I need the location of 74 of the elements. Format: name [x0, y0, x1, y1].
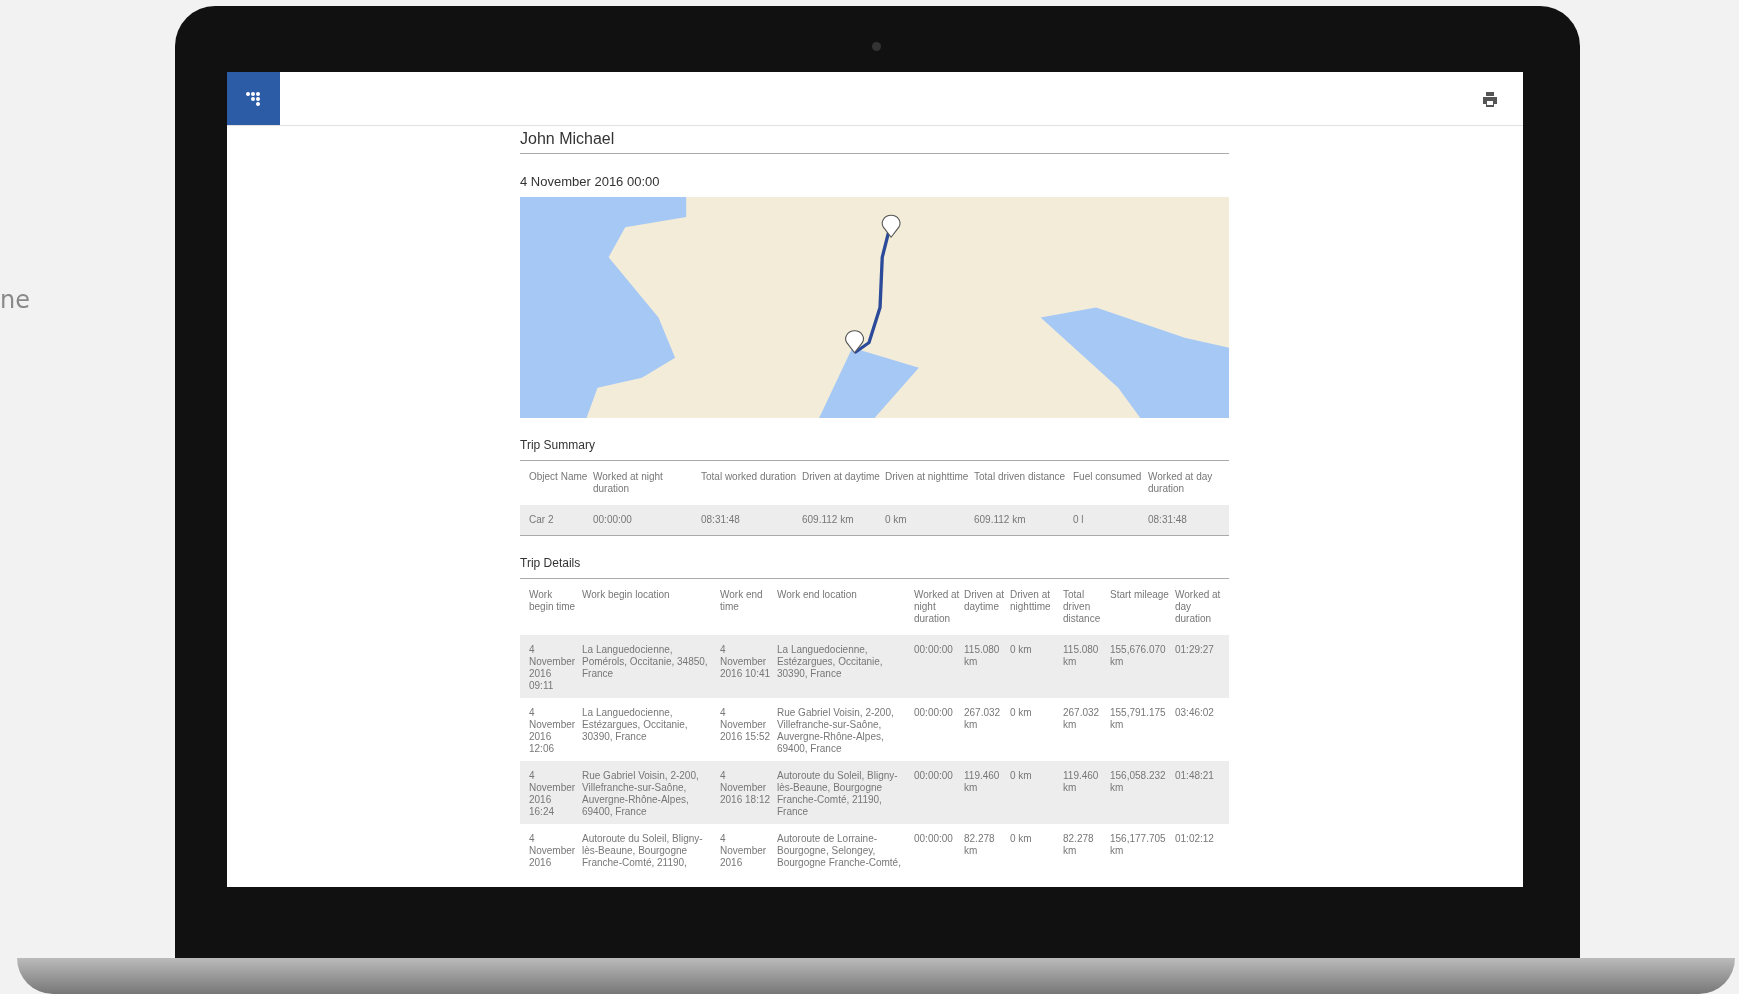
- column-header: Total worked duration: [701, 460, 802, 505]
- column-header: Fuel consumed: [1073, 460, 1148, 505]
- table-cell: 0 km: [885, 505, 974, 536]
- column-header: Work end location: [777, 578, 914, 635]
- table-cell: La Languedocienne, Estézargues, Occitanie, 30390, France: [777, 635, 914, 698]
- table-cell: La Languedocienne, Estézargues, Occitanie, 30390, France: [582, 698, 720, 761]
- table-cell: 01:48:21: [1175, 761, 1229, 824]
- table-cell: 4 November 2016 18:12: [720, 761, 777, 824]
- table-cell: Autoroute de Lorraine-Bourgogne, Selongey, Bourgogne Franche-Comté,: [777, 824, 914, 875]
- table-cell: 0 km: [1010, 824, 1063, 875]
- column-header: Worked at night duration: [914, 578, 964, 635]
- printer-icon: [1481, 89, 1499, 108]
- table-cell: 00:00:00: [914, 761, 964, 824]
- table-cell: 00:00:00: [914, 635, 964, 698]
- table-cell: 4 November 2016: [520, 824, 582, 875]
- column-header: Total driven distance: [1063, 578, 1110, 635]
- column-header: Object Name: [520, 460, 593, 505]
- table-cell: 03:46:02: [1175, 698, 1229, 761]
- table-cell: 155,791.175 km: [1110, 698, 1175, 761]
- side-text: ne: [0, 286, 30, 314]
- table-cell: Rue Gabriel Voisin, 2-200, Villefranche-sur-Saône, Auvergne-Rhône-Alpes, 69400, France: [582, 761, 720, 824]
- camera-icon: [872, 42, 881, 51]
- table-cell: Autoroute du Soleil, Bligny-lès-Beaune, Bourgogne Franche-Comté, 21190, France: [777, 761, 914, 824]
- table-cell: 4 November 2016 10:41: [720, 635, 777, 698]
- table-cell: Autoroute du Soleil, Bligny-lès-Beaune, Bourgogne Franche-Comté, 21190,: [582, 824, 720, 875]
- table-cell: La Languedocienne, Pomérols, Occitanie, 34850, France: [582, 635, 720, 698]
- table-cell: 0 km: [1010, 635, 1063, 698]
- table-cell: 267.032 km: [1063, 698, 1110, 761]
- table-cell: 82.278 km: [964, 824, 1010, 875]
- section-title: Trip Summary: [520, 438, 596, 452]
- table-cell: 08:31:48: [701, 505, 802, 536]
- table-cell: 156,177.705 km: [1110, 824, 1175, 875]
- report-date: 4 November 2016 00:00: [520, 174, 661, 189]
- column-header: Work begin time: [520, 578, 582, 635]
- table-cell: 609.112 km: [974, 505, 1073, 536]
- column-header: Worked at day duration: [1175, 578, 1229, 635]
- table-cell: 4 November 2016: [720, 824, 777, 875]
- table-cell: 115.080 km: [964, 635, 1010, 698]
- table-cell: 82.278 km: [1063, 824, 1110, 875]
- table-cell: 119.460 km: [964, 761, 1010, 824]
- column-header: Driven at daytime: [802, 460, 885, 505]
- table-cell: 0 km: [1010, 761, 1063, 824]
- table-cell: Rue Gabriel Voisin, 2-200, Villefranche-sur-Saône, Auvergne-Rhône-Alpes, 69400, France: [777, 698, 914, 761]
- table-cell: 4 November 2016 15:52: [720, 698, 777, 761]
- table-cell: 609.112 km: [802, 505, 885, 536]
- table-cell: 0 l: [1073, 505, 1148, 536]
- table-cell: 4 November 2016 12:06: [520, 698, 582, 761]
- table-cell: 4 November 2016 09:11: [520, 635, 582, 698]
- table-cell: 00:00:00: [914, 824, 964, 875]
- table-cell: 119.460 km: [1063, 761, 1110, 824]
- column-header: Worked at day duration: [1148, 460, 1229, 505]
- table-cell: 08:31:48: [1148, 505, 1229, 536]
- table-cell: 267.032 km: [964, 698, 1010, 761]
- table-cell: 00:00:00: [914, 698, 964, 761]
- table-cell: Car 2: [520, 505, 593, 536]
- logo-button[interactable]: [227, 72, 280, 125]
- table-cell: 115.080 km: [1063, 635, 1110, 698]
- dots-logo-icon: [244, 90, 263, 107]
- column-header: Worked at night duration: [593, 460, 701, 505]
- column-header: Work begin location: [582, 578, 720, 635]
- column-header: Driven at nighttime: [885, 460, 974, 505]
- table-cell: 4 November 2016 16:24: [520, 761, 582, 824]
- section-title: Trip Details: [520, 556, 582, 570]
- table-cell: 01:02:12: [1175, 824, 1229, 875]
- column-header: Driven at daytime: [964, 578, 1010, 635]
- table-cell: 0 km: [1010, 698, 1063, 761]
- table-cell: 01:29:27: [1175, 635, 1229, 698]
- table-cell: 155,676.070 km: [1110, 635, 1175, 698]
- column-header: Total driven distance: [974, 460, 1073, 505]
- person-name: John Michael: [520, 126, 1229, 154]
- table-cell: 156,058.232 km: [1110, 761, 1175, 824]
- table-cell: 00:00:00: [593, 505, 701, 536]
- column-header: Start mileage: [1110, 578, 1175, 635]
- column-header: Work end time: [720, 578, 777, 635]
